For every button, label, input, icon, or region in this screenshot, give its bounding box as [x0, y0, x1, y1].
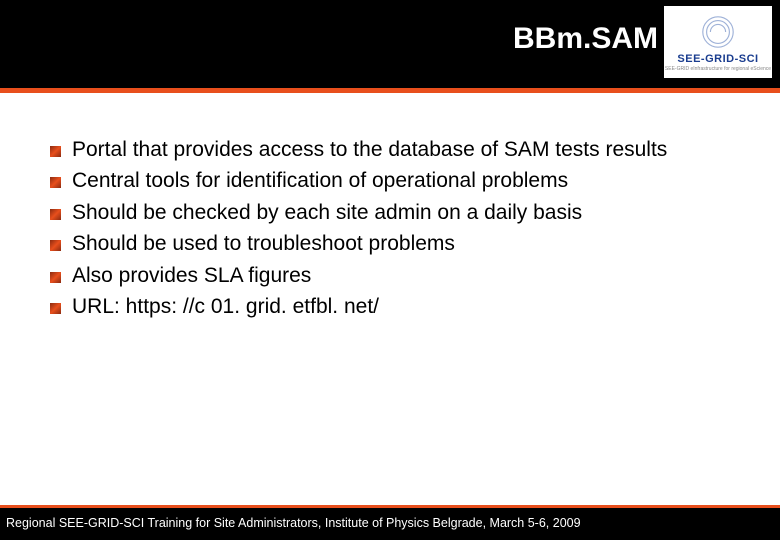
slide-header: BBm.SAM SEE-GRID-SCI SEE-GRID eInfras	[0, 0, 780, 88]
slide-title: BBm.SAM	[513, 22, 658, 56]
list-item: Should be used to troubleshoot problems	[48, 229, 750, 259]
list-item: Portal that provides access to the datab…	[48, 135, 750, 165]
slide-footer: Regional SEE-GRID-SCI Training for Site …	[0, 505, 780, 540]
list-item: URL: https: //c 01. grid. etfbl. net/	[48, 292, 750, 322]
list-item: Also provides SLA figures	[48, 261, 750, 291]
logo-text: SEE-GRID-SCI	[677, 53, 758, 65]
list-item: Should be checked by each site admin on …	[48, 198, 750, 228]
logo-subtext: SEE-GRID eInfrastructure for regional eS…	[665, 66, 771, 72]
slide-content: Portal that provides access to the datab…	[0, 93, 780, 323]
footer-text: Regional SEE-GRID-SCI Training for Site …	[0, 508, 780, 540]
fingerprint-swirl-icon	[699, 13, 737, 51]
logo-box: SEE-GRID-SCI SEE-GRID eInfrastructure fo…	[664, 6, 772, 78]
list-item: Central tools for identification of oper…	[48, 166, 750, 196]
bullet-list: Portal that provides access to the datab…	[48, 135, 750, 323]
